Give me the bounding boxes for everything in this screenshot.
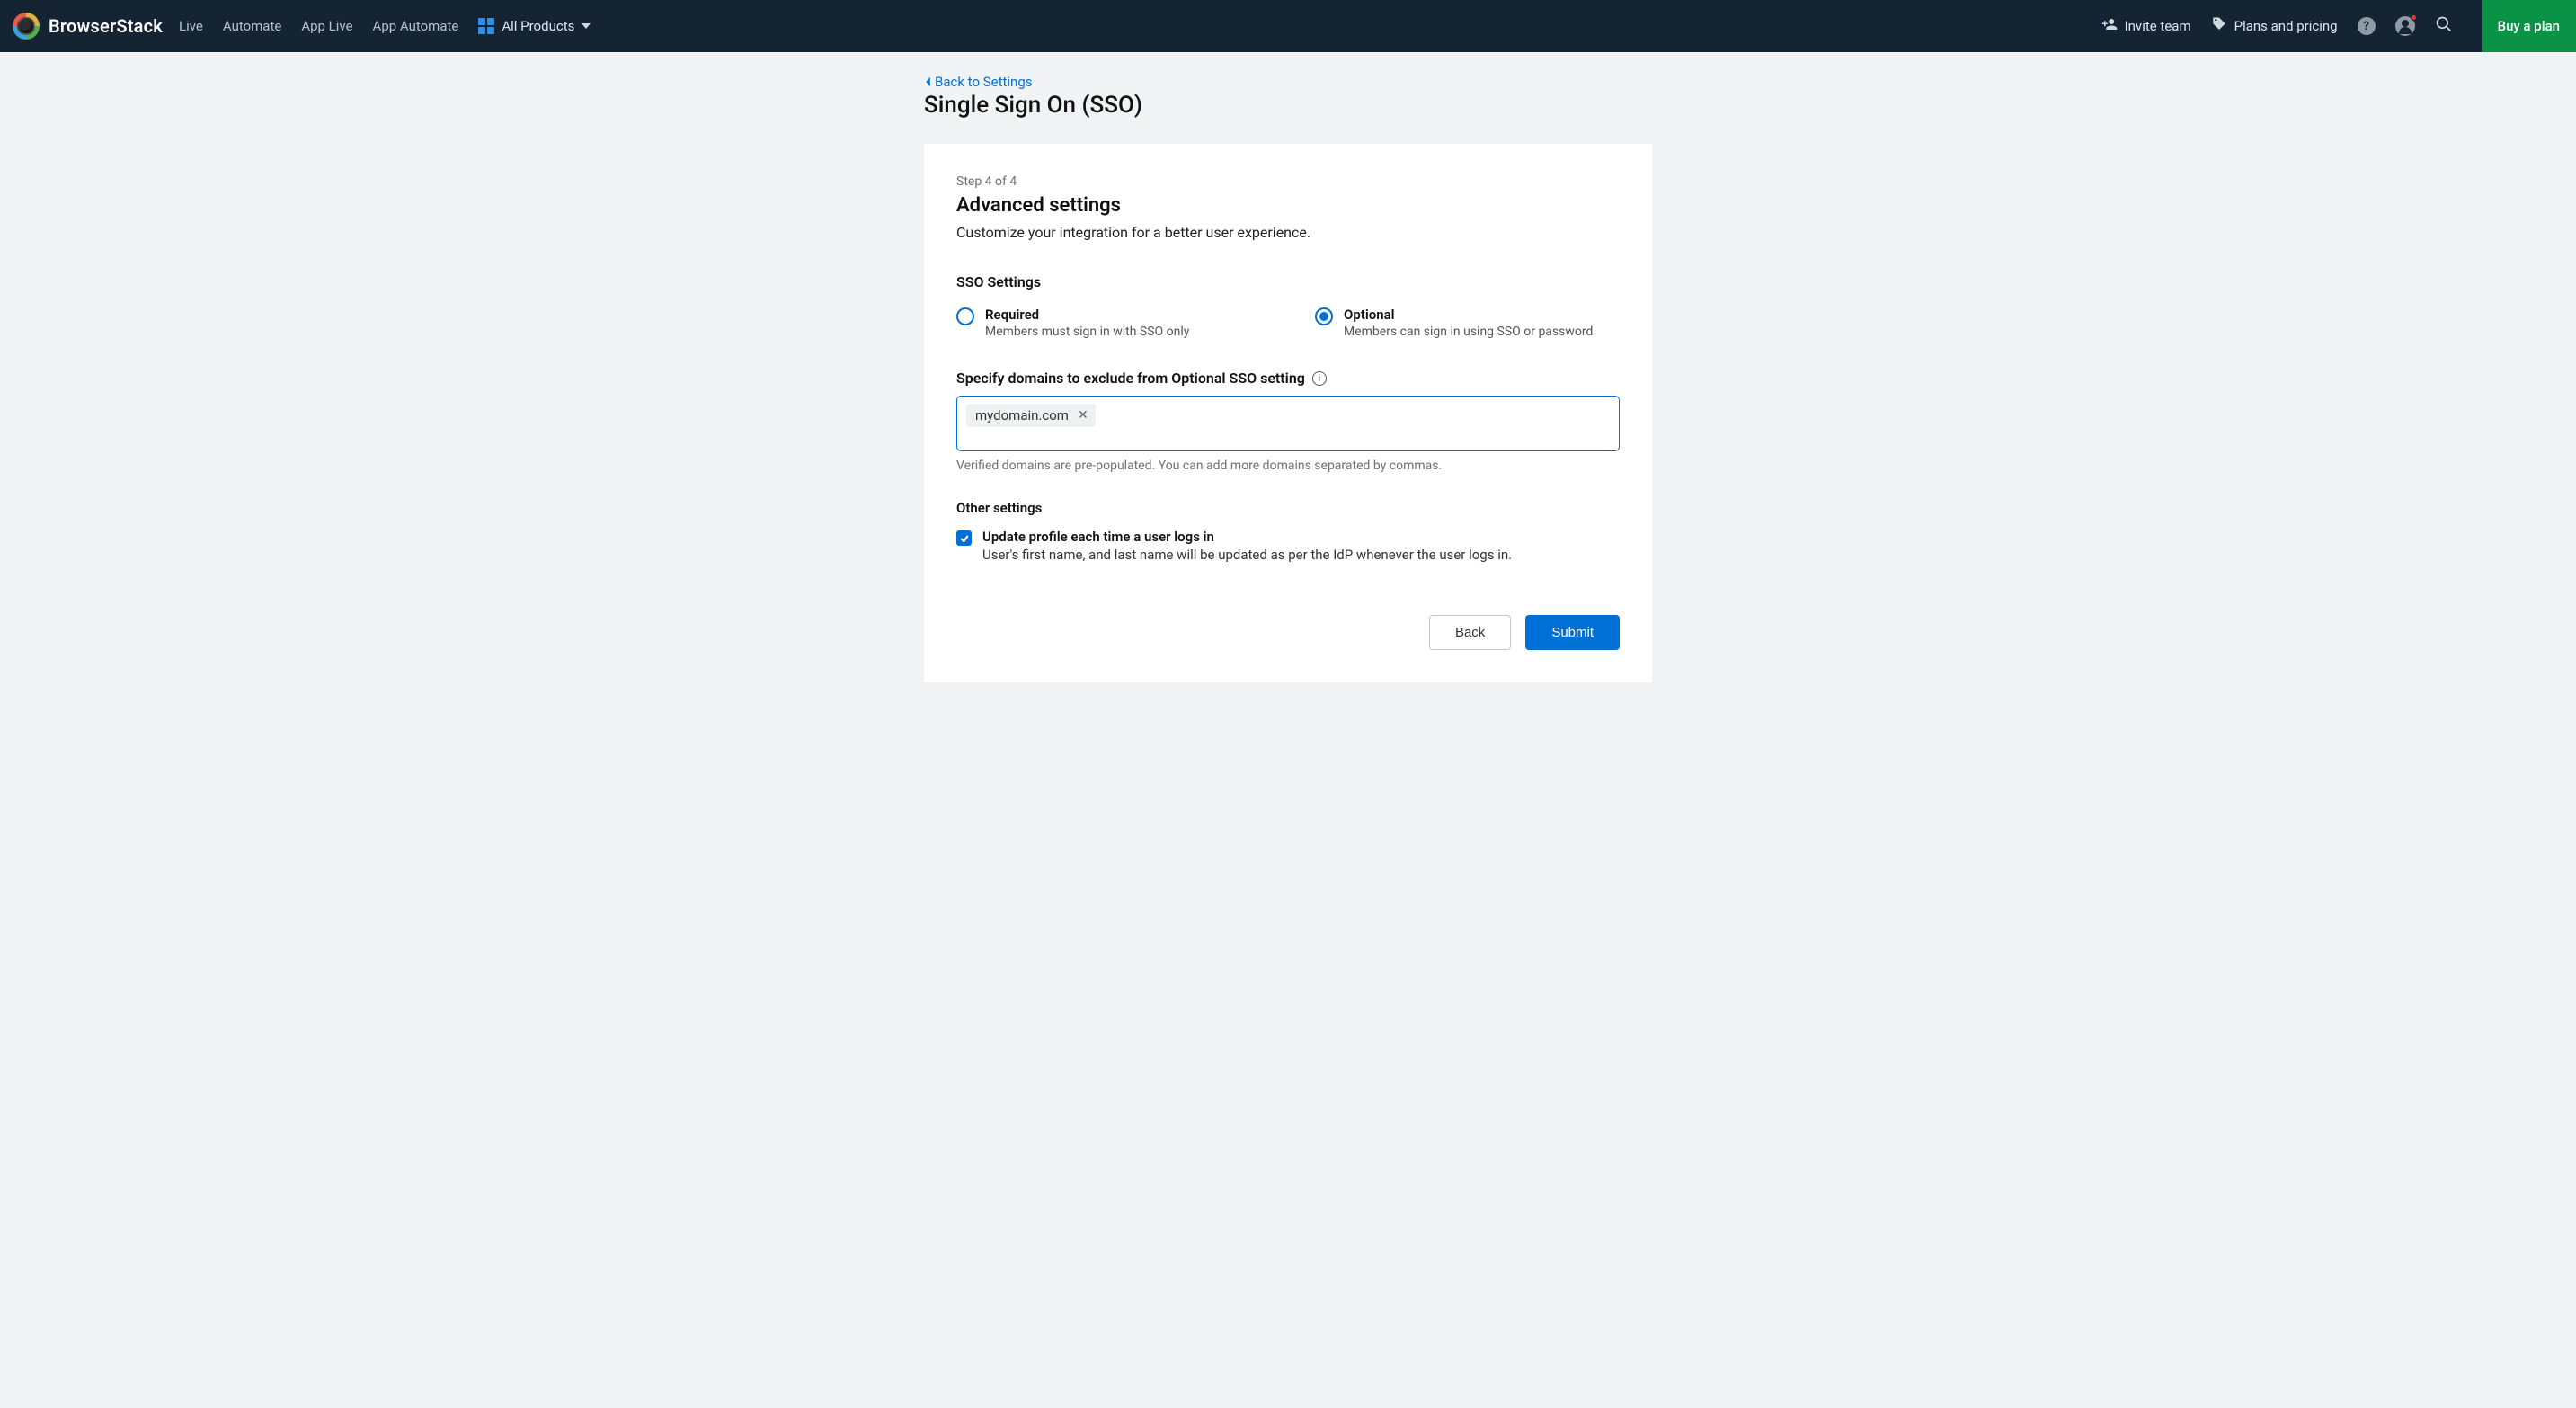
settings-card: Step 4 of 4 Advanced settings Customize … (924, 144, 1652, 682)
apps-grid-icon (478, 18, 494, 34)
invite-icon (2101, 16, 2118, 36)
top-header: BrowserStack Live Automate App Live App … (0, 0, 2576, 52)
update-profile-desc: User's first name, and last name will be… (982, 547, 1512, 563)
exclude-domains-label: Specify domains to exclude from Optional… (956, 370, 1620, 387)
brand-logo[interactable]: BrowserStack (13, 13, 163, 40)
remove-tag-icon[interactable]: ✕ (1076, 408, 1090, 423)
sso-settings-heading: SSO Settings (956, 273, 1620, 290)
domains-helper-text: Verified domains are pre-populated. You … (956, 459, 1620, 473)
exclude-domains-text: Specify domains to exclude from Optional… (956, 370, 1305, 387)
sso-required-option[interactable]: Required Members must sign in with SSO o… (956, 307, 1261, 339)
domain-tag-label: mydomain.com (975, 407, 1069, 423)
page-container: Back to Settings Single Sign On (SSO) St… (924, 52, 1652, 718)
check-icon (959, 533, 970, 544)
update-profile-checkbox[interactable] (956, 530, 972, 546)
browserstack-logo-icon (13, 13, 40, 40)
form-footer: Back Submit (956, 615, 1620, 650)
exclude-domains-input[interactable]: mydomain.com ✕ (956, 396, 1620, 451)
chevron-down-icon (582, 23, 591, 29)
brand-name: BrowserStack (49, 15, 163, 37)
radio-checked-icon (1315, 307, 1333, 325)
card-title: Advanced settings (956, 194, 1620, 217)
card-subtitle: Customize your integration for a better … (956, 224, 1620, 241)
nav-app-automate[interactable]: App Automate (373, 18, 459, 34)
back-button[interactable]: Back (1429, 615, 1511, 650)
header-right: Invite team Plans and pricing ? Buy a pl… (2101, 0, 2576, 52)
search-button[interactable] (2435, 15, 2453, 37)
optional-label: Optional (1344, 307, 1593, 323)
account-menu[interactable] (2395, 16, 2415, 36)
pricing-tag-icon (2211, 16, 2227, 36)
nav-app-live[interactable]: App Live (301, 18, 352, 34)
primary-nav: Live Automate App Live App Automate All … (179, 18, 591, 34)
back-link-label: Back to Settings (935, 74, 1033, 90)
buy-plan-label: Buy a plan (2498, 18, 2560, 34)
sso-optional-option[interactable]: Optional Members can sign in using SSO o… (1315, 307, 1620, 339)
help-icon[interactable]: ? (2358, 17, 2376, 35)
step-indicator: Step 4 of 4 (956, 174, 1620, 189)
nav-automate[interactable]: Automate (223, 18, 281, 34)
update-profile-label: Update profile each time a user logs in (982, 529, 1512, 545)
plans-pricing-link[interactable]: Plans and pricing (2211, 16, 2338, 36)
other-settings-heading: Other settings (956, 500, 1620, 516)
invite-team-label: Invite team (2125, 18, 2191, 34)
plans-pricing-label: Plans and pricing (2234, 18, 2338, 34)
chevron-left-icon (924, 76, 933, 88)
nav-live[interactable]: Live (179, 18, 203, 34)
all-products-menu[interactable]: All Products (478, 18, 591, 34)
search-icon (2435, 15, 2453, 33)
required-desc: Members must sign in with SSO only (985, 325, 1189, 339)
info-icon[interactable]: i (1312, 371, 1327, 386)
invite-team-link[interactable]: Invite team (2101, 16, 2191, 36)
domain-tag: mydomain.com ✕ (966, 404, 1096, 427)
page-title: Single Sign On (SSO) (924, 92, 1652, 119)
notification-dot-icon (2411, 14, 2417, 21)
submit-button[interactable]: Submit (1525, 615, 1620, 650)
all-products-label: All Products (502, 18, 574, 34)
optional-desc: Members can sign in using SSO or passwor… (1344, 325, 1593, 339)
sso-mode-radio-group: Required Members must sign in with SSO o… (956, 307, 1620, 339)
buy-plan-button[interactable]: Buy a plan (2482, 0, 2576, 52)
update-profile-option: Update profile each time a user logs in … (956, 529, 1620, 563)
radio-unchecked-icon (956, 307, 974, 325)
back-to-settings-link[interactable]: Back to Settings (924, 74, 1652, 90)
required-label: Required (985, 307, 1189, 323)
